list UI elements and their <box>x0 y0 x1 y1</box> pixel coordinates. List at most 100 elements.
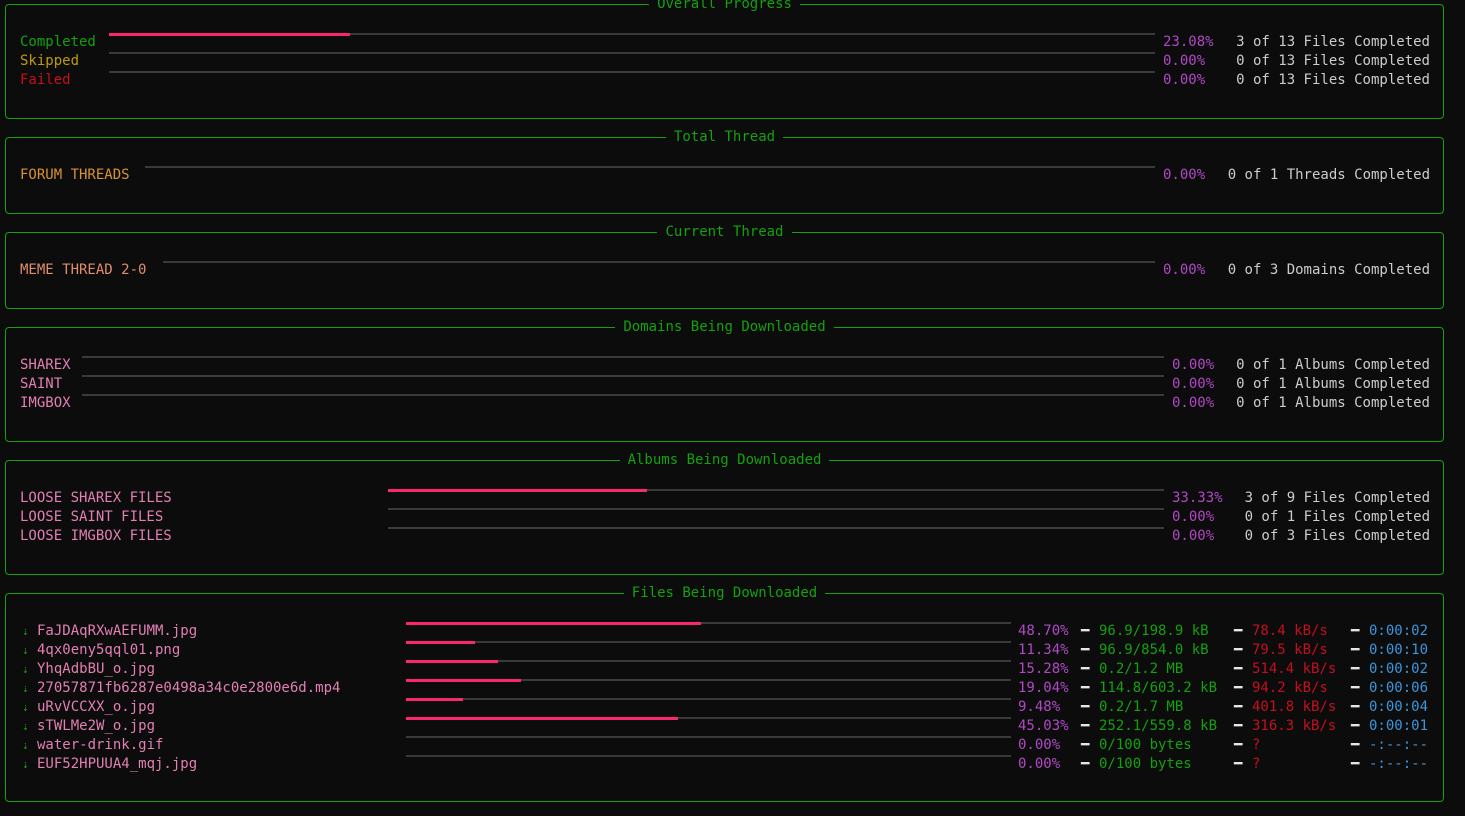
progress-fill <box>406 679 521 682</box>
download-arrow-icon: ⇣ <box>22 755 29 774</box>
progress-bar <box>109 71 1155 73</box>
download-arrow-icon: ⇣ <box>22 622 29 641</box>
file-percent: 0.00% <box>1018 755 1060 774</box>
separator: ━ <box>1351 698 1359 717</box>
separator: ━ <box>1234 679 1242 698</box>
file-speed: 94.2 kB/s <box>1252 679 1328 698</box>
file-size: 0.2/1.7 MB <box>1099 698 1183 717</box>
row-percent: 0.00% <box>1172 527 1214 546</box>
file-row: ⇣ FaJDAqRXwAEFUMM.jpg 48.70% ━ 96.9/198.9 kB… <box>20 622 1430 641</box>
file-speed: 514.4 kB/s <box>1252 660 1336 679</box>
row-percent: 0.00% <box>1172 508 1214 527</box>
file-percent: 48.70% <box>1018 622 1069 641</box>
file-name: YhqAdbBU_o.jpg <box>37 660 155 679</box>
progress-fill <box>109 33 350 36</box>
row-count: 0 of 13 Files Completed <box>1236 71 1430 90</box>
progress-row-imgbox: IMGBOX 0.00% 0 of 1 Albums Completed <box>20 394 1430 413</box>
row-count: 0 of 3 Files Completed <box>1245 527 1430 546</box>
file-row: ⇣27057871fb6287e0498a34c0e2800e6d.mp419.… <box>20 679 1430 698</box>
file-row: ⇣4qx0eny5qql01.png11.34%━96.9/854.0 kB━7… <box>20 641 1430 660</box>
row-percent: 0.00% <box>1172 375 1214 394</box>
separator: ━ <box>1234 717 1242 736</box>
row-label: LOOSE SHAREX FILES <box>20 489 172 508</box>
panel-title: Current Thread <box>657 224 791 240</box>
separator: ━ <box>1081 717 1089 736</box>
file-name: sTWLMe2W_o.jpg <box>37 717 155 736</box>
progress-row-sharex: SHAREX 0.00% 0 of 1 Albums Completed <box>20 356 1430 375</box>
row-label: MEME THREAD 2-0 <box>20 261 146 280</box>
file-size: 96.9/198.9 kB <box>1099 622 1209 641</box>
progress-bar <box>109 52 1155 54</box>
file-size: 96.9/854.0 kB <box>1099 641 1209 660</box>
total-thread-panel: Total Thread FORUM THREADS 0.00% 0 of 1 … <box>5 137 1444 214</box>
row-percent: 23.08% <box>1163 33 1214 52</box>
file-size: 0.2/1.2 MB <box>1099 660 1183 679</box>
download-arrow-icon: ⇣ <box>22 698 29 717</box>
separator: ━ <box>1081 698 1089 717</box>
separator: ━ <box>1234 736 1242 755</box>
file-percent: 11.34% <box>1018 641 1069 660</box>
file-speed: 78.4 kB/s <box>1252 622 1328 641</box>
file-row: ⇣YhqAdbBU_o.jpg15.28%━0.2/1.2 MB━514.4 k… <box>20 660 1430 679</box>
file-eta: 0:00:06 <box>1369 679 1428 698</box>
progress-bar <box>406 736 1011 738</box>
domains-panel: Domains Being Downloaded SHAREX 0.00% 0 … <box>5 327 1444 442</box>
row-count: 0 of 1 Albums Completed <box>1236 356 1430 375</box>
row-label: IMGBOX <box>20 394 71 413</box>
file-eta: -:--:-- <box>1369 755 1428 774</box>
separator: ━ <box>1351 641 1359 660</box>
progress-bar <box>406 641 1011 643</box>
row-count: 3 of 9 Files Completed <box>1245 489 1430 508</box>
files-panel: Files Being Downloaded ⇣FaJDAqRXwAEFUMM.… <box>5 593 1444 802</box>
download-arrow-icon: ⇣ <box>22 736 29 755</box>
row-label: SAINT <box>20 375 62 394</box>
progress-bar <box>145 166 1155 168</box>
progress-fill <box>406 660 498 663</box>
panel-title: Files Being Downloaded <box>624 585 825 601</box>
progress-fill <box>388 489 647 492</box>
file-name: 27057871fb6287e0498a34c0e2800e6d.mp4 <box>37 679 340 698</box>
file-name: uRvVCCXX_o.jpg <box>37 698 155 717</box>
progress-fill <box>406 641 475 644</box>
panel-title: Albums Being Downloaded <box>620 452 830 468</box>
file-speed: ? <box>1252 755 1260 774</box>
progress-row-loose-imgbox: LOOSE IMGBOX FILES 0.00% 0 of 3 Files Co… <box>20 527 1430 546</box>
progress-bar <box>406 698 1011 700</box>
row-label: Skipped <box>20 52 79 71</box>
progress-bar <box>406 660 1011 662</box>
progress-row-saint: SAINT 0.00% 0 of 1 Albums Completed <box>20 375 1430 394</box>
albums-panel: Albums Being Downloaded LOOSE SHAREX FIL… <box>5 460 1444 575</box>
progress-row-loose-sharex: LOOSE SHAREX FILES 33.33% 3 of 9 Files C… <box>20 489 1430 508</box>
separator: ━ <box>1081 660 1089 679</box>
current-thread-panel: Current Thread MEME THREAD 2-0 0.00% 0 o… <box>5 232 1444 309</box>
row-percent: 0.00% <box>1163 71 1205 90</box>
separator: ━ <box>1081 641 1089 660</box>
row-count: 0 of 1 Threads Completed <box>1228 166 1430 185</box>
separator: ━ <box>1351 755 1359 774</box>
progress-row-meme-thread: MEME THREAD 2-0 0.00% 0 of 3 Domains Com… <box>20 261 1430 280</box>
separator: ━ <box>1351 717 1359 736</box>
file-speed: 316.3 kB/s <box>1252 717 1336 736</box>
row-label: FORUM THREADS <box>20 166 130 185</box>
row-count: 0 of 13 Files Completed <box>1236 52 1430 71</box>
file-size: 0/100 bytes <box>1099 755 1192 774</box>
file-name: FaJDAqRXwAEFUMM.jpg <box>37 622 197 641</box>
file-size: 0/100 bytes <box>1099 736 1192 755</box>
file-percent: 9.48% <box>1018 698 1060 717</box>
file-eta: 0:00:01 <box>1369 717 1428 736</box>
file-speed: 79.5 kB/s <box>1252 641 1328 660</box>
file-eta: 0:00:02 <box>1369 660 1428 679</box>
row-percent: 0.00% <box>1172 394 1214 413</box>
row-count: 0 of 1 Albums Completed <box>1236 375 1430 394</box>
separator: ━ <box>1234 622 1242 641</box>
progress-row-forum-threads: FORUM THREADS 0.00% 0 of 1 Threads Compl… <box>20 166 1430 185</box>
progress-bar <box>388 527 1164 529</box>
progress-row-failed: Failed 0.00% 0 of 13 Files Completed <box>20 71 1430 90</box>
row-count: 3 of 13 Files Completed <box>1236 33 1430 52</box>
progress-bar <box>82 356 1164 358</box>
progress-bar <box>406 755 1011 757</box>
download-arrow-icon: ⇣ <box>22 641 29 660</box>
progress-row-skipped: Skipped 0.00% 0 of 13 Files Completed <box>20 52 1430 71</box>
progress-bar <box>109 33 1155 35</box>
progress-fill <box>406 717 678 720</box>
